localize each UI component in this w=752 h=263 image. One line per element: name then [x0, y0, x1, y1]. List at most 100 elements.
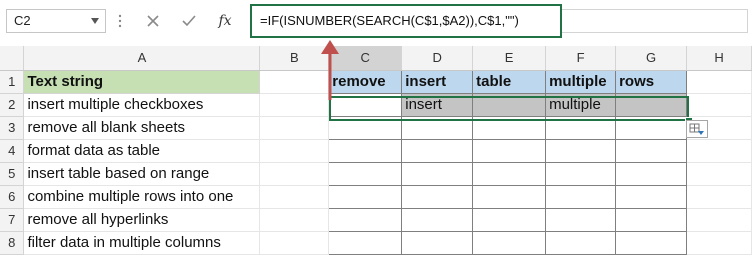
- cell-e7[interactable]: [472, 207, 547, 232]
- cell-d5[interactable]: [401, 161, 474, 186]
- cell-c5[interactable]: [328, 161, 403, 186]
- row-header[interactable]: 6: [0, 185, 25, 209]
- cell-h2[interactable]: [686, 93, 752, 117]
- formula-text: =IF(ISNUMBER(SEARCH(C$1,$A2)),C$1,""): [260, 13, 519, 28]
- cell-a5[interactable]: insert table based on range: [23, 162, 261, 186]
- cell-b3[interactable]: [259, 116, 330, 140]
- close-icon: [147, 15, 159, 27]
- cell-c7[interactable]: [328, 207, 403, 232]
- cell-a6[interactable]: combine multiple rows into one: [23, 185, 261, 209]
- cell-d7[interactable]: [401, 207, 474, 232]
- cell-b5[interactable]: [259, 162, 330, 186]
- vertical-dots-icon: [118, 14, 122, 28]
- cell-e1[interactable]: table: [472, 69, 547, 94]
- cell-c3[interactable]: [328, 115, 403, 140]
- formula-bar-area: C2 fx =IF(ISNUMBER(SEARCH(C$1,$A2)),C$1,…: [0, 0, 752, 47]
- name-box[interactable]: C2: [6, 9, 106, 33]
- table-row: 3 remove all blank sheets: [0, 115, 752, 140]
- cell-d6[interactable]: [401, 184, 474, 209]
- column-header-g[interactable]: G: [615, 46, 688, 71]
- cell-h4[interactable]: [686, 139, 752, 163]
- cell-e3[interactable]: [472, 115, 547, 140]
- insert-function-button[interactable]: fx: [210, 11, 240, 31]
- cell-e5[interactable]: [472, 161, 547, 186]
- cell-e8[interactable]: [472, 230, 547, 255]
- cell-f5[interactable]: [545, 161, 617, 186]
- column-header-d[interactable]: D: [401, 46, 474, 71]
- cell-h5[interactable]: [686, 162, 752, 186]
- flash-fill-options-icon: [689, 123, 704, 135]
- cell-g5[interactable]: [615, 161, 688, 186]
- table-row: 7 remove all hyperlinks: [0, 207, 752, 232]
- table-row: 5 insert table based on range: [0, 161, 752, 186]
- cell-c4[interactable]: [328, 138, 403, 163]
- table-row: 1 Text string remove insert table multip…: [0, 69, 752, 94]
- arrow-up-icon: [321, 40, 339, 100]
- cell-d8[interactable]: [401, 230, 474, 255]
- cell-a3[interactable]: remove all blank sheets: [23, 116, 261, 140]
- column-header-f[interactable]: F: [545, 46, 617, 71]
- row-header[interactable]: 7: [0, 208, 25, 232]
- cell-f3[interactable]: [545, 115, 617, 140]
- cell-e2[interactable]: [472, 92, 547, 117]
- select-all-corner[interactable]: [0, 46, 25, 71]
- row-header[interactable]: 1: [0, 70, 25, 94]
- enter-formula-button[interactable]: [174, 11, 204, 31]
- cell-a4[interactable]: format data as table: [23, 139, 261, 163]
- flash-fill-options-button[interactable]: [686, 120, 708, 138]
- cell-d1[interactable]: insert: [401, 69, 474, 94]
- column-header-h[interactable]: H: [686, 46, 752, 71]
- cell-e6[interactable]: [472, 184, 547, 209]
- row-header[interactable]: 8: [0, 231, 25, 255]
- cell-f6[interactable]: [545, 184, 617, 209]
- cell-a8[interactable]: filter data in multiple columns: [23, 231, 261, 255]
- cell-h1[interactable]: [686, 70, 752, 94]
- table-row: 2 insert multiple checkboxes insert mult…: [0, 92, 752, 117]
- cell-f2[interactable]: multiple: [545, 92, 617, 117]
- cell-b6[interactable]: [259, 185, 330, 209]
- cell-c6[interactable]: [328, 184, 403, 209]
- row-header[interactable]: 4: [0, 139, 25, 163]
- cell-f7[interactable]: [545, 207, 617, 232]
- cell-g3[interactable]: [615, 115, 688, 140]
- cell-f1[interactable]: multiple: [545, 69, 617, 94]
- cell-f4[interactable]: [545, 138, 617, 163]
- table-row: 4 format data as table: [0, 138, 752, 163]
- name-box-value: C2: [14, 13, 31, 28]
- cancel-formula-button[interactable]: [138, 11, 168, 31]
- spreadsheet-grid: A B C D E F G H 1 Text string remove ins…: [0, 46, 752, 255]
- chevron-down-icon[interactable]: [91, 18, 99, 24]
- cell-a7[interactable]: remove all hyperlinks: [23, 208, 261, 232]
- check-icon: [182, 15, 196, 27]
- column-header-a[interactable]: A: [23, 46, 261, 71]
- cell-h8[interactable]: [686, 231, 752, 255]
- table-row: 8 filter data in multiple columns: [0, 230, 752, 255]
- cell-d3[interactable]: [401, 115, 474, 140]
- cell-d2[interactable]: insert: [401, 92, 474, 117]
- cell-g7[interactable]: [615, 207, 688, 232]
- table-row: 6 combine multiple rows into one: [0, 184, 752, 209]
- cell-a2[interactable]: insert multiple checkboxes: [23, 93, 261, 117]
- cell-e4[interactable]: [472, 138, 547, 163]
- row-header[interactable]: 3: [0, 116, 25, 140]
- cell-b7[interactable]: [259, 208, 330, 232]
- cell-d4[interactable]: [401, 138, 474, 163]
- formula-input[interactable]: =IF(ISNUMBER(SEARCH(C$1,$A2)),C$1,""): [250, 4, 562, 38]
- column-header-e[interactable]: E: [472, 46, 547, 71]
- cell-b8[interactable]: [259, 231, 330, 255]
- row-header[interactable]: 5: [0, 162, 25, 186]
- cell-g1[interactable]: rows: [615, 69, 688, 94]
- cell-g4[interactable]: [615, 138, 688, 163]
- cell-h7[interactable]: [686, 208, 752, 232]
- cell-c8[interactable]: [328, 230, 403, 255]
- cell-g8[interactable]: [615, 230, 688, 255]
- fx-label: fx: [218, 13, 232, 29]
- cell-f8[interactable]: [545, 230, 617, 255]
- cell-a1[interactable]: Text string: [23, 70, 261, 94]
- cell-h6[interactable]: [686, 185, 752, 209]
- cell-g6[interactable]: [615, 184, 688, 209]
- row-header[interactable]: 2: [0, 93, 25, 117]
- formula-bar-extension[interactable]: [562, 9, 748, 33]
- cell-b4[interactable]: [259, 139, 330, 163]
- cell-g2[interactable]: [615, 92, 688, 117]
